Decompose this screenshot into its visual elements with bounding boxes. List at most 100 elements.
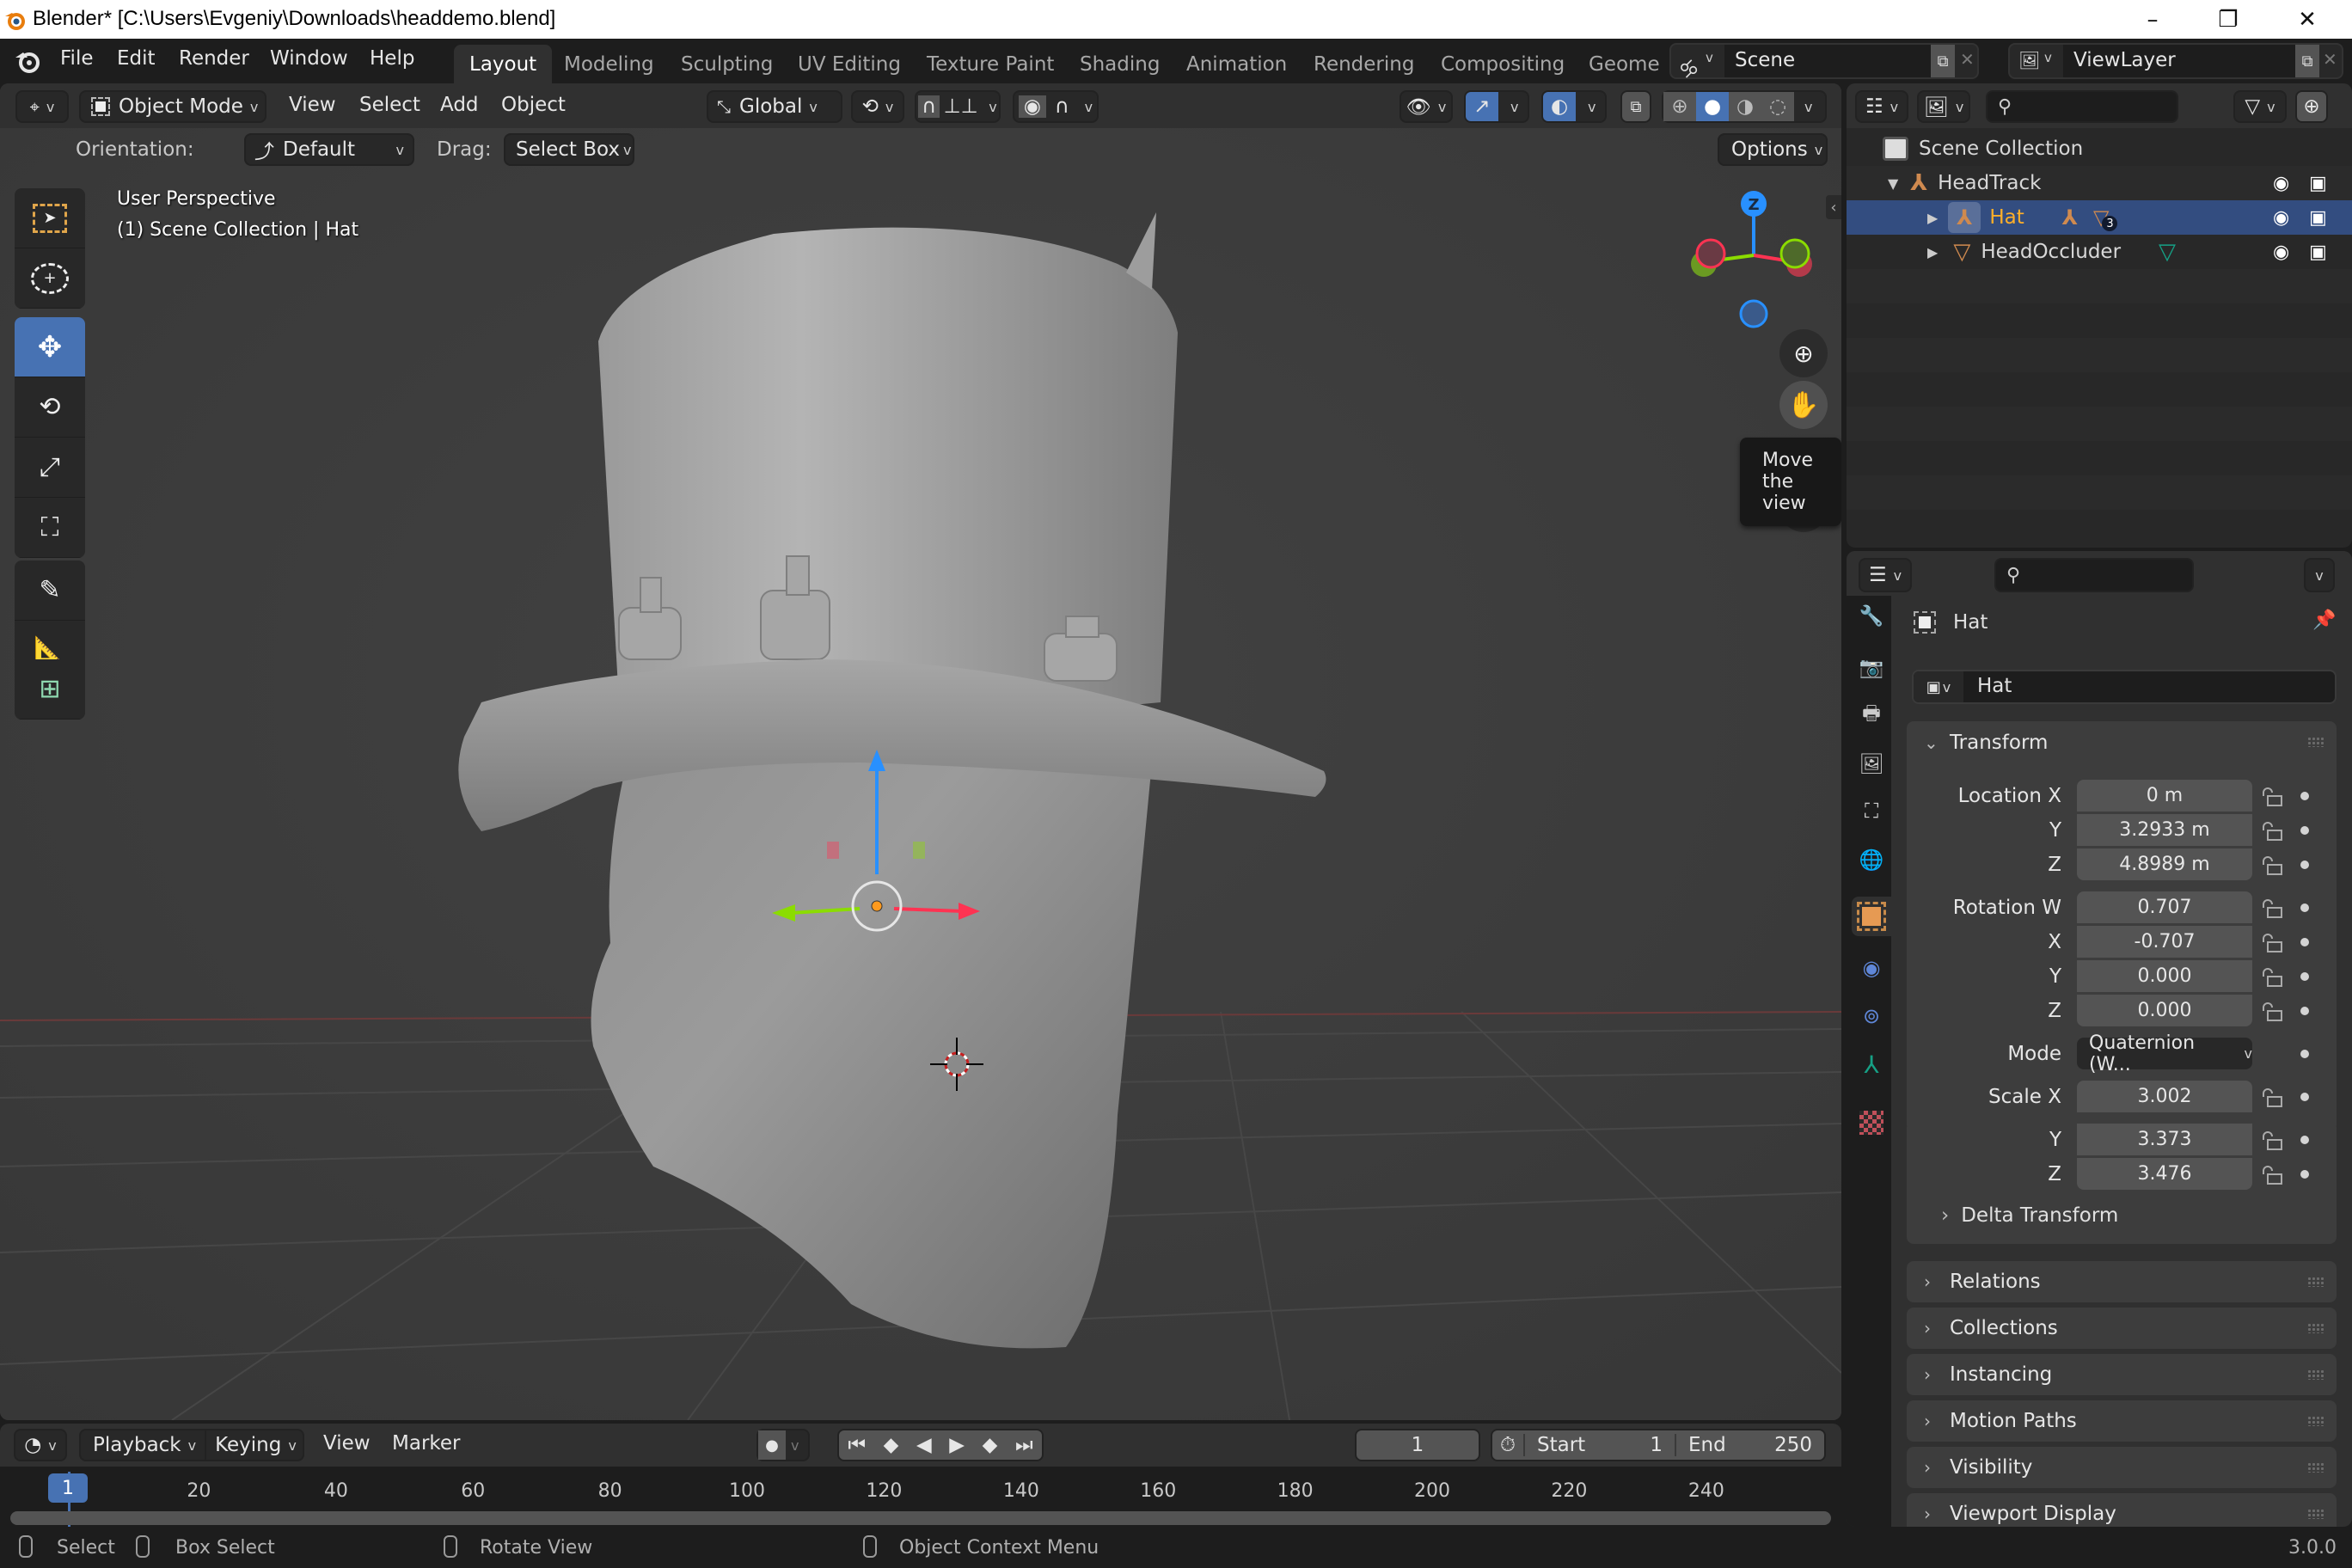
scale-y-field[interactable]: 3.373 — [2077, 1124, 2252, 1155]
zoom-view-button[interactable]: ⊕ — [1779, 329, 1828, 377]
collections-panel[interactable]: › Collections — [1907, 1308, 2337, 1349]
gizmo-toggle[interactable]: ↗ v — [1464, 90, 1529, 123]
auto-keying-toggle[interactable]: ● v — [756, 1429, 810, 1461]
sidebar-toggle[interactable]: ‹ — [1826, 195, 1841, 219]
timeline-scrollbar[interactable] — [10, 1511, 1831, 1525]
lock-icon[interactable] — [2261, 1166, 2283, 1185]
tab-layout[interactable]: Layout — [454, 45, 553, 83]
timeline-editor[interactable]: ◔ v Playback v Keying v View Marker ● v ⏮ ◆… — [0, 1424, 1841, 1527]
render-camera-icon[interactable]: ▣ — [2309, 242, 2327, 263]
tool-scale[interactable]: ⤢ — [15, 438, 85, 498]
lock-icon[interactable] — [2261, 787, 2283, 806]
delete-view-layer-icon[interactable]: ✕ — [2323, 49, 2337, 70]
view-layer-name-field[interactable]: ViewLayer — [2063, 45, 2295, 77]
navigation-gizmo[interactable]: Z — [1685, 187, 1822, 333]
tab-world[interactable]: 🌐 — [1852, 840, 1891, 879]
keyframe-dot-icon[interactable] — [2300, 972, 2309, 981]
selectability-visibility-button[interactable]: 👁 v — [1400, 90, 1453, 123]
jump-start-icon[interactable]: ⏮ — [848, 1434, 866, 1456]
playhead-frame-indicator[interactable]: 1 — [48, 1473, 88, 1503]
viewport-scene[interactable] — [0, 83, 1841, 1420]
jump-end-icon[interactable]: ⏭ — [1015, 1434, 1033, 1456]
3d-viewport[interactable]: ⌖ v Object Mode v View Select Add Object ⤡… — [0, 83, 1841, 1420]
tool-select-box[interactable]: ➤ — [15, 188, 85, 248]
shading-mode-selector[interactable]: ⊕ ● ◑ ◌ v — [1662, 90, 1827, 123]
mode-selector[interactable]: Object Mode v — [79, 90, 266, 123]
nav-neg-y-axis[interactable] — [1779, 238, 1810, 269]
tab-texture[interactable] — [1852, 1103, 1891, 1142]
menu-file[interactable]: File — [60, 47, 94, 70]
viewport-menu-select[interactable]: Select — [359, 94, 420, 116]
drag-grip-icon[interactable] — [2307, 1369, 2324, 1380]
shading-solid-icon[interactable]: ● — [1696, 92, 1729, 121]
playback-menu[interactable]: Playback v — [81, 1430, 207, 1460]
snap-magnet-icon[interactable]: ∩ — [918, 95, 940, 118]
keyframe-dot-icon[interactable] — [2300, 792, 2309, 800]
timeline-menu-view[interactable]: View — [323, 1432, 371, 1455]
location-y-field[interactable]: 3.2933 m — [2077, 814, 2252, 846]
tool-move[interactable]: ✥ — [15, 317, 85, 377]
gizmo-plane-xz[interactable] — [913, 842, 925, 859]
overlays-toggle[interactable]: ◐ v — [1541, 90, 1607, 123]
tab-physics[interactable]: ◉ — [1852, 948, 1891, 988]
object-browse-button[interactable]: ▣ v — [1914, 671, 1963, 702]
drag-grip-icon[interactable] — [2307, 1277, 2324, 1287]
prev-keyframe-icon[interactable]: ◆ — [884, 1434, 899, 1456]
tab-scene[interactable]: ⛶ — [1852, 792, 1891, 831]
instancing-panel-header[interactable]: › Instancing — [1907, 1354, 2337, 1395]
outliner-row-headoccluder[interactable]: ▶ ▽ HeadOccluder ▽ ◉ ▣ — [1847, 235, 2352, 269]
pivot-point-selector[interactable]: ⟲ v — [851, 90, 904, 123]
tool-add-cube[interactable]: ⊞ — [15, 659, 85, 720]
chevron-down-icon[interactable]: v — [1804, 99, 1812, 115]
lock-icon[interactable] — [2261, 899, 2283, 918]
properties-editor-type-button[interactable]: ☰ v — [1859, 558, 1912, 592]
menu-render[interactable]: Render — [179, 47, 249, 70]
outliner-search-input[interactable]: ⚲ — [1986, 90, 2178, 123]
stopwatch-icon[interactable]: ⏱ — [1492, 1434, 1525, 1456]
filter-button[interactable]: ▽ v — [2233, 90, 2287, 123]
tab-geometry-nodes[interactable]: Geome — [1573, 45, 1675, 83]
blender-menu-icon[interactable] — [14, 47, 41, 73]
minimize-button[interactable]: – — [2115, 0, 2190, 39]
render-camera-icon[interactable]: ▣ — [2309, 173, 2327, 194]
transform-orientation-selector[interactable]: ⤡ Global v — [707, 90, 842, 123]
end-frame-field[interactable]: End 250 — [1676, 1434, 1824, 1456]
tab-output[interactable]: 🖶 — [1852, 695, 1891, 735]
new-collection-button[interactable]: ⊕ — [2295, 90, 2328, 123]
shading-wireframe-icon[interactable]: ⊕ — [1663, 92, 1696, 121]
lock-icon[interactable] — [2261, 1131, 2283, 1150]
tool-annotate[interactable]: ✎ — [15, 560, 85, 621]
motion-paths-panel[interactable]: › Motion Paths — [1907, 1400, 2337, 1442]
object-datablock-field[interactable]: ▣ v Hat — [1912, 670, 2337, 704]
menu-help[interactable]: Help — [370, 47, 414, 70]
chevron-down-icon[interactable]: v — [1510, 99, 1518, 115]
shading-rendered-icon[interactable]: ◌ — [1761, 92, 1794, 121]
delta-transform-subpanel[interactable]: › Delta Transform — [1941, 1204, 2118, 1227]
tab-object[interactable] — [1852, 897, 1891, 936]
view-layer-selector[interactable]: 🖼 v ViewLayer ⧉ ✕ — [2008, 43, 2343, 79]
tab-rendering[interactable]: Rendering — [1298, 45, 1430, 83]
tool-rotate[interactable]: ⟲ — [15, 377, 85, 438]
scene-selector[interactable]: 🝰 v Scene ⧉ ✕ — [1669, 43, 1979, 82]
location-z-field[interactable]: 4.8989 m — [2077, 848, 2252, 880]
visibility-eye-icon[interactable]: ◉ — [2273, 242, 2289, 263]
tab-view-layer[interactable]: 🖼 — [1852, 744, 1891, 783]
keyframe-dot-icon[interactable] — [2300, 826, 2309, 835]
next-keyframe-icon[interactable]: ◆ — [983, 1434, 998, 1456]
keyframe-dot-icon[interactable] — [2300, 1093, 2309, 1101]
drag-grip-icon[interactable] — [2307, 737, 2324, 747]
drag-grip-icon[interactable] — [2307, 1509, 2324, 1519]
tab-animation[interactable]: Animation — [1171, 45, 1302, 83]
menu-window[interactable]: Window — [270, 47, 348, 70]
close-button[interactable]: ✕ — [2269, 0, 2345, 39]
new-view-layer-button[interactable]: ⧉ — [2295, 45, 2319, 77]
collections-panel-header[interactable]: › Collections — [1907, 1308, 2337, 1349]
visibility-eye-icon[interactable]: ◉ — [2273, 207, 2289, 229]
drag-grip-icon[interactable] — [2307, 1323, 2324, 1333]
tab-object-data[interactable]: ⅄ — [1852, 1044, 1891, 1084]
nav-neg-z-axis[interactable] — [1739, 299, 1768, 328]
outliner-row-hat[interactable]: ▶ ⅄ Hat ⅄ ▽ 3 ◉ ▣ — [1847, 200, 2352, 235]
tab-sculpting[interactable]: Sculpting — [665, 45, 788, 83]
lock-icon[interactable] — [2261, 1088, 2283, 1107]
properties-search-input[interactable]: ⚲ — [1994, 558, 2194, 592]
